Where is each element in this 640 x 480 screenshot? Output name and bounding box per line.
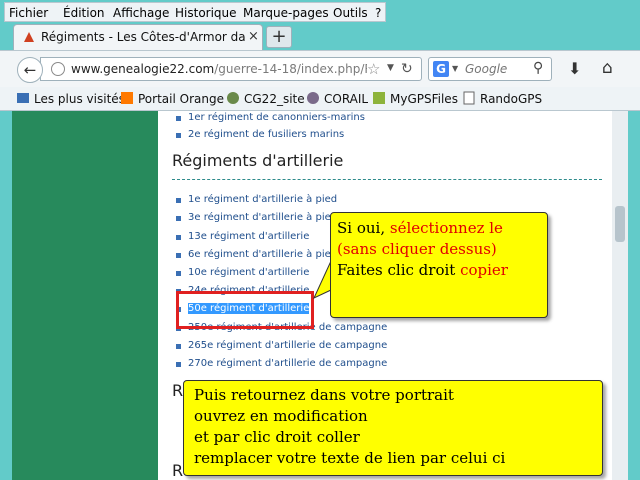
- globe-icon: [51, 62, 65, 76]
- scrollbar-thumb[interactable]: [615, 206, 625, 242]
- section-heading-cut: R: [172, 461, 184, 480]
- left-sidebar: [12, 111, 158, 480]
- bookmark-star-icon[interactable]: ☆: [367, 60, 380, 78]
- instruction-callout-1: Si oui, sélectionnez le (sans cliquer de…: [330, 212, 548, 318]
- search-bar[interactable]: G ▼ ⚲: [428, 57, 552, 81]
- regiment-link[interactable]: 3e régiment d'artillerie à pied: [175, 212, 337, 223]
- corail-icon: [307, 92, 319, 104]
- download-icon[interactable]: ⬇: [568, 59, 581, 78]
- home-icon[interactable]: ⌂: [602, 58, 613, 78]
- menu-outils[interactable]: Outils: [333, 6, 368, 20]
- bookmark-most-visited[interactable]: Les plus visités: [16, 91, 125, 106]
- regiment-link[interactable]: 270e régiment d'artillerie de campagne: [175, 358, 387, 369]
- bookmark-portail-orange[interactable]: Portail Orange: [120, 91, 224, 106]
- section-heading: Régiments d'artillerie: [172, 151, 344, 170]
- instruction-callout-2: Puis retournez dans votre portrait ouvre…: [183, 380, 603, 476]
- bookmarks-folder-icon: [17, 93, 29, 103]
- selection-highlight-frame: [176, 291, 314, 329]
- bookmarks-toolbar: Les plus visités Portail Orange CG22_sit…: [0, 87, 640, 111]
- bookmark-corail[interactable]: CORAIL: [306, 91, 368, 106]
- menu-affichage[interactable]: Affichage: [113, 6, 169, 20]
- site-favicon-icon: [24, 32, 34, 42]
- menu-historique[interactable]: Historique: [175, 6, 237, 20]
- search-icon[interactable]: ⚲: [533, 60, 543, 76]
- engine-dropdown-icon[interactable]: ▼: [452, 64, 458, 73]
- mygps-icon: [373, 92, 385, 104]
- regiment-link[interactable]: 13e régiment d'artillerie: [175, 231, 309, 242]
- new-tab-button[interactable]: +: [266, 26, 292, 48]
- url-dropdown-icon[interactable]: ▼: [387, 63, 394, 73]
- regiment-link[interactable]: 1e régiment d'artillerie à pied: [175, 194, 337, 205]
- search-input[interactable]: [465, 60, 531, 78]
- menu-edition[interactable]: Édition: [63, 6, 105, 20]
- bookmark-cg22[interactable]: CG22_site: [226, 91, 305, 106]
- browser-tab[interactable]: Régiments - Les Côtes-d'Armor dans la ..…: [13, 24, 263, 50]
- tab-close-icon[interactable]: ×: [248, 29, 259, 44]
- regiment-link[interactable]: 265e régiment d'artillerie de campagne: [175, 340, 387, 351]
- tab-title: Régiments - Les Côtes-d'Armor dans la ..…: [41, 30, 246, 44]
- back-button[interactable]: ←: [17, 57, 43, 83]
- menu-bar: Fichier Édition Affichage Historique Mar…: [4, 2, 386, 22]
- url-text[interactable]: www.genealogie22.com/guerre-14-18/index.…: [71, 62, 367, 76]
- section-heading-cut: R: [172, 381, 184, 400]
- regiment-link[interactable]: 10e régiment d'artillerie: [175, 267, 309, 278]
- nav-bar: www.genealogie22.com/guerre-14-18/index.…: [0, 50, 640, 87]
- heading-divider: [172, 179, 602, 180]
- menu-marque-pages[interactable]: Marque-pages: [243, 6, 329, 20]
- reload-icon[interactable]: ↻: [401, 61, 413, 77]
- url-bar[interactable]: www.genealogie22.com/guerre-14-18/index.…: [40, 57, 422, 81]
- vertical-scrollbar[interactable]: [612, 111, 628, 480]
- regiment-link[interactable]: 2e régiment de fusiliers marins: [175, 129, 344, 140]
- page-icon: [463, 91, 475, 105]
- google-engine-icon[interactable]: G: [433, 61, 449, 77]
- regiment-link[interactable]: 6e régiment d'artillerie à pied: [175, 249, 337, 260]
- bookmark-randogps[interactable]: RandoGPS: [462, 91, 542, 106]
- orange-logo-icon: [121, 92, 133, 104]
- bookmark-mygpsfiles[interactable]: MyGPSFiles: [372, 91, 458, 106]
- cg22-icon: [227, 92, 239, 104]
- regiment-link[interactable]: 1er régiment de canonniers-marins: [176, 112, 365, 123]
- menu-help[interactable]: ?: [375, 6, 381, 20]
- menu-fichier[interactable]: Fichier: [9, 6, 48, 20]
